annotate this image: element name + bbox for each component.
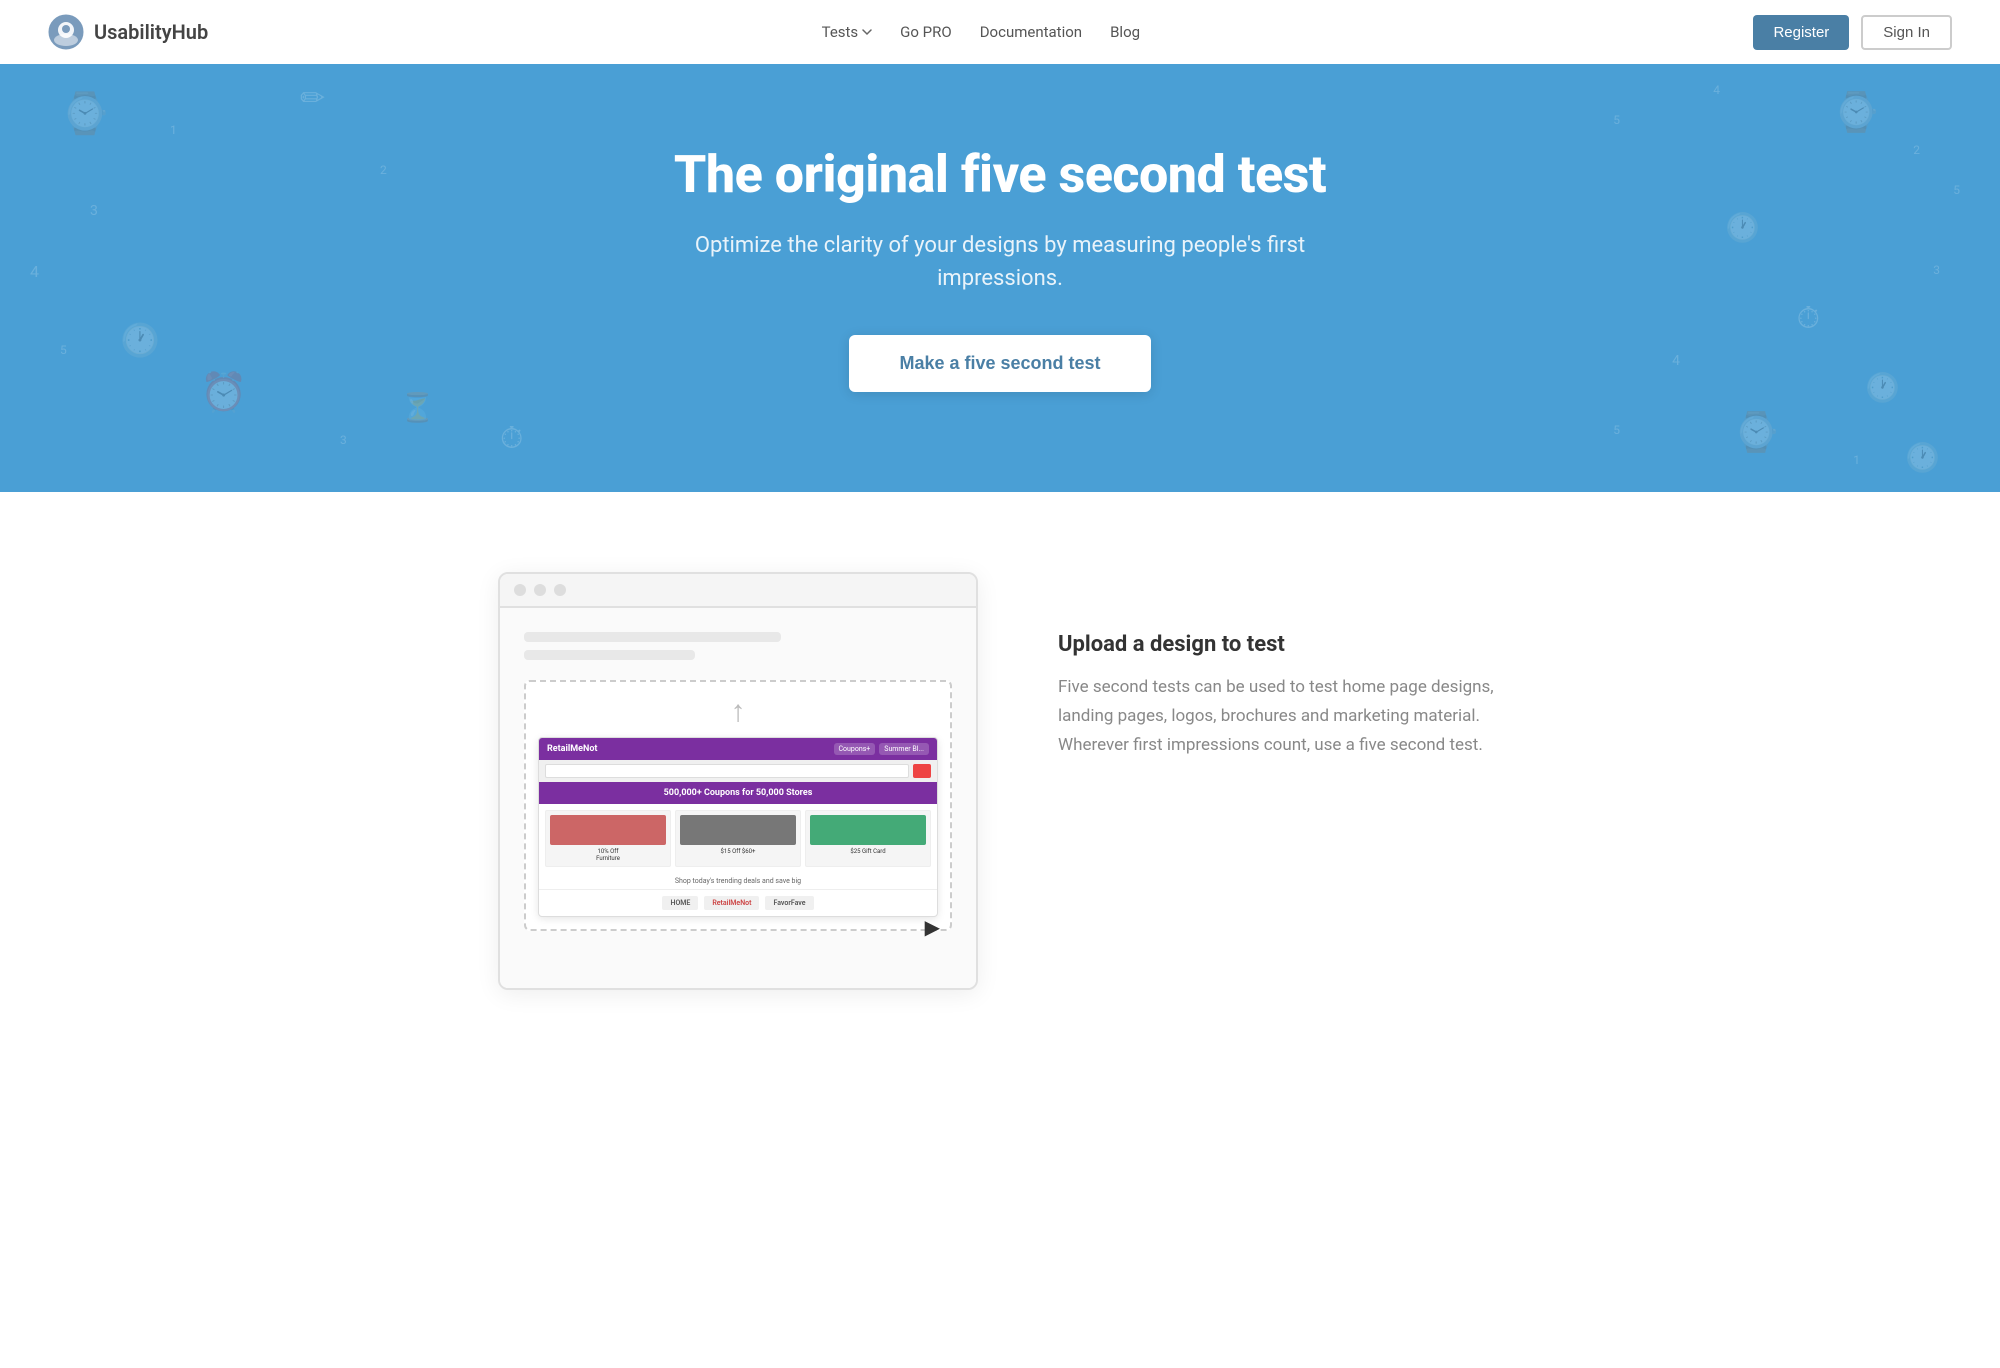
nav-blog[interactable]: Blog <box>1110 23 1140 41</box>
product-img-3 <box>810 815 926 845</box>
deco-hourglass-1: ⏳ <box>400 394 435 422</box>
deco-num-3: 3 <box>90 204 98 218</box>
deco-watch-2: ⌚ <box>1833 94 1880 132</box>
screenshot-logo: RetailMeNot <box>547 744 597 754</box>
screenshot-logo-favor: FavorFave <box>765 896 813 910</box>
screenshot-header: RetailMeNot Coupons+ Summer Bl... <box>539 738 937 760</box>
deco-pencil-1: ✏ <box>300 84 325 114</box>
browser-dot-2 <box>534 584 546 596</box>
screenshot-search-btn <box>913 764 931 778</box>
deco-num-4r: 4 <box>1713 84 1720 96</box>
upload-arrow-icon: ↑ <box>538 694 938 729</box>
screenshot-nav-summer: Summer Bl... <box>879 743 929 755</box>
nav-docs[interactable]: Documentation <box>980 23 1082 41</box>
product-img-1 <box>550 815 666 845</box>
deco-num-4r2: 4 <box>1672 354 1680 368</box>
screenshot-logo-home: HOME <box>662 896 698 910</box>
logo[interactable]: UsabilityHub <box>48 14 208 50</box>
deco-clock-2: 🕐 <box>1725 214 1760 242</box>
screenshot-product-2: $15 Off $60+ <box>675 810 801 867</box>
screenshot-nav-coupons: Coupons+ <box>834 743 876 755</box>
content-section: ↑ RetailMeNot Coupons+ Summer Bl... <box>450 492 1550 1070</box>
signin-button[interactable]: Sign In <box>1861 15 1952 50</box>
feature-content: Upload a design to test Five second test… <box>1058 572 1502 760</box>
nav-tests[interactable]: Tests <box>822 23 873 41</box>
nav-links: Tests Go PRO Documentation Blog <box>822 23 1140 41</box>
deco-num-5r3: 5 <box>1613 114 1620 126</box>
deco-clock-3: 🕐 <box>1865 374 1900 402</box>
screenshot-hero-text: 500,000+ Coupons for 50,000 Stores <box>539 782 937 804</box>
deco-num-5r2: 5 <box>1613 424 1620 436</box>
deco-num-3b: 3 <box>340 434 347 446</box>
screenshot-search-input <box>545 764 909 778</box>
deco-watch-1: ⌚ <box>60 94 110 134</box>
screenshot-nav-pills: Coupons+ Summer Bl... <box>834 743 930 755</box>
screenshot-search-bar <box>539 760 937 782</box>
deco-num-1r: 1 <box>1853 454 1860 466</box>
logo-text: UsabilityHub <box>94 20 208 44</box>
browser-frame: ↑ RetailMeNot Coupons+ Summer Bl... <box>498 572 978 990</box>
register-button[interactable]: Register <box>1753 15 1849 50</box>
deco-num-5r: 5 <box>1953 184 1960 196</box>
upload-area: ↑ RetailMeNot Coupons+ Summer Bl... <box>524 680 952 931</box>
ph-line-2 <box>524 650 695 660</box>
deco-num-4: 4 <box>30 264 39 280</box>
hero-title: The original five second test <box>48 144 1952 205</box>
screenshot-logos: HOME RetailMeNot FavorFave <box>539 889 937 916</box>
browser-body: ↑ RetailMeNot Coupons+ Summer Bl... <box>500 608 976 988</box>
product-img-2 <box>680 815 796 845</box>
chevron-down-icon <box>862 27 872 37</box>
deco-stopwatch-1: ⏱ <box>1797 304 1820 334</box>
deco-num-3r: 3 <box>1933 264 1940 276</box>
screenshot-bottom-text: Shop today's trending deals and save big <box>539 873 937 889</box>
screenshot-products: 10% OffFurniture $15 Off $60+ $25 Gift C… <box>539 804 937 873</box>
deco-watch-3: ⌚ <box>1733 414 1780 452</box>
deco-clock-1: 🕐 <box>120 324 160 356</box>
navbar: UsabilityHub Tests Go PRO Documentation … <box>0 0 2000 64</box>
feature-title: Upload a design to test <box>1058 632 1502 657</box>
logo-icon <box>48 14 84 50</box>
ph-line-1 <box>524 632 781 642</box>
screenshot-product-1: 10% OffFurniture <box>545 810 671 867</box>
deco-alarm-1: ⏰ <box>200 374 247 412</box>
screenshot-product-3: $25 Gift Card <box>805 810 931 867</box>
product-label-3: $25 Gift Card <box>810 848 926 855</box>
product-label-2: $15 Off $60+ <box>680 848 796 855</box>
browser-bar <box>500 574 976 608</box>
nav-pro[interactable]: Go PRO <box>900 23 952 41</box>
placeholder-lines <box>524 632 952 660</box>
inner-screenshot: RetailMeNot Coupons+ Summer Bl... <box>538 737 938 917</box>
product-label-1: 10% OffFurniture <box>550 848 666 862</box>
deco-clock-4: 🕐 <box>1905 444 1940 472</box>
deco-timer-1: ⏱ <box>500 424 523 454</box>
browser-dot-1 <box>514 584 526 596</box>
cursor-icon: ▶ <box>925 915 940 939</box>
hero-cta-button[interactable]: Make a five second test <box>849 335 1150 392</box>
feature-description: Five second tests can be used to test ho… <box>1058 673 1502 760</box>
deco-num-5: 5 <box>60 344 67 356</box>
browser-mockup: ↑ RetailMeNot Coupons+ Summer Bl... <box>498 572 978 990</box>
browser-dot-3 <box>554 584 566 596</box>
deco-num-1: 1 <box>170 124 177 136</box>
nav-actions: Register Sign In <box>1753 15 1952 50</box>
screenshot-logo-retail: RetailMeNot <box>704 896 759 910</box>
hero-section: ⌚ 3 1 4 🕐 ⏰ 5 ✏ 2 ⏳ 3 ⏱ 4 ⌚ 🕐 2 3 ⏱ 4 🕐 … <box>0 64 2000 492</box>
hero-subtitle: Optimize the clarity of your designs by … <box>660 229 1340 295</box>
